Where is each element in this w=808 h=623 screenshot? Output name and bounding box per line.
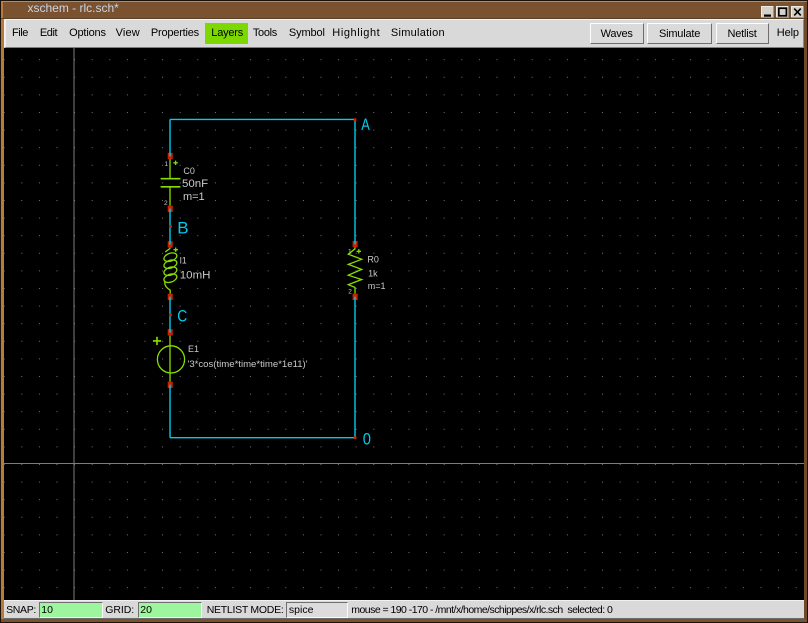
svg-text:E1: E1 [188, 344, 199, 354]
svg-text:'3*cos(time*time*time*1e11)': '3*cos(time*time*time*1e11)' [188, 358, 308, 369]
svg-text:10mH: 10mH [180, 269, 211, 281]
svg-text:2: 2 [164, 199, 168, 206]
svg-text:C: C [177, 306, 187, 325]
svg-text:m=1: m=1 [368, 281, 386, 291]
svg-text:m=1: m=1 [183, 191, 205, 203]
svg-text:50nF: 50nF [182, 178, 208, 190]
svg-text:1k: 1k [368, 268, 378, 278]
svg-text:B: B [177, 218, 188, 237]
svg-text:1: 1 [348, 248, 352, 255]
svg-text:l1: l1 [180, 255, 187, 265]
svg-text:A: A [361, 114, 370, 133]
svg-text:2: 2 [348, 288, 352, 295]
svg-text:R0: R0 [367, 254, 379, 264]
svg-text:C0: C0 [183, 165, 195, 175]
svg-text:1: 1 [165, 161, 169, 168]
svg-text:0: 0 [363, 429, 371, 448]
